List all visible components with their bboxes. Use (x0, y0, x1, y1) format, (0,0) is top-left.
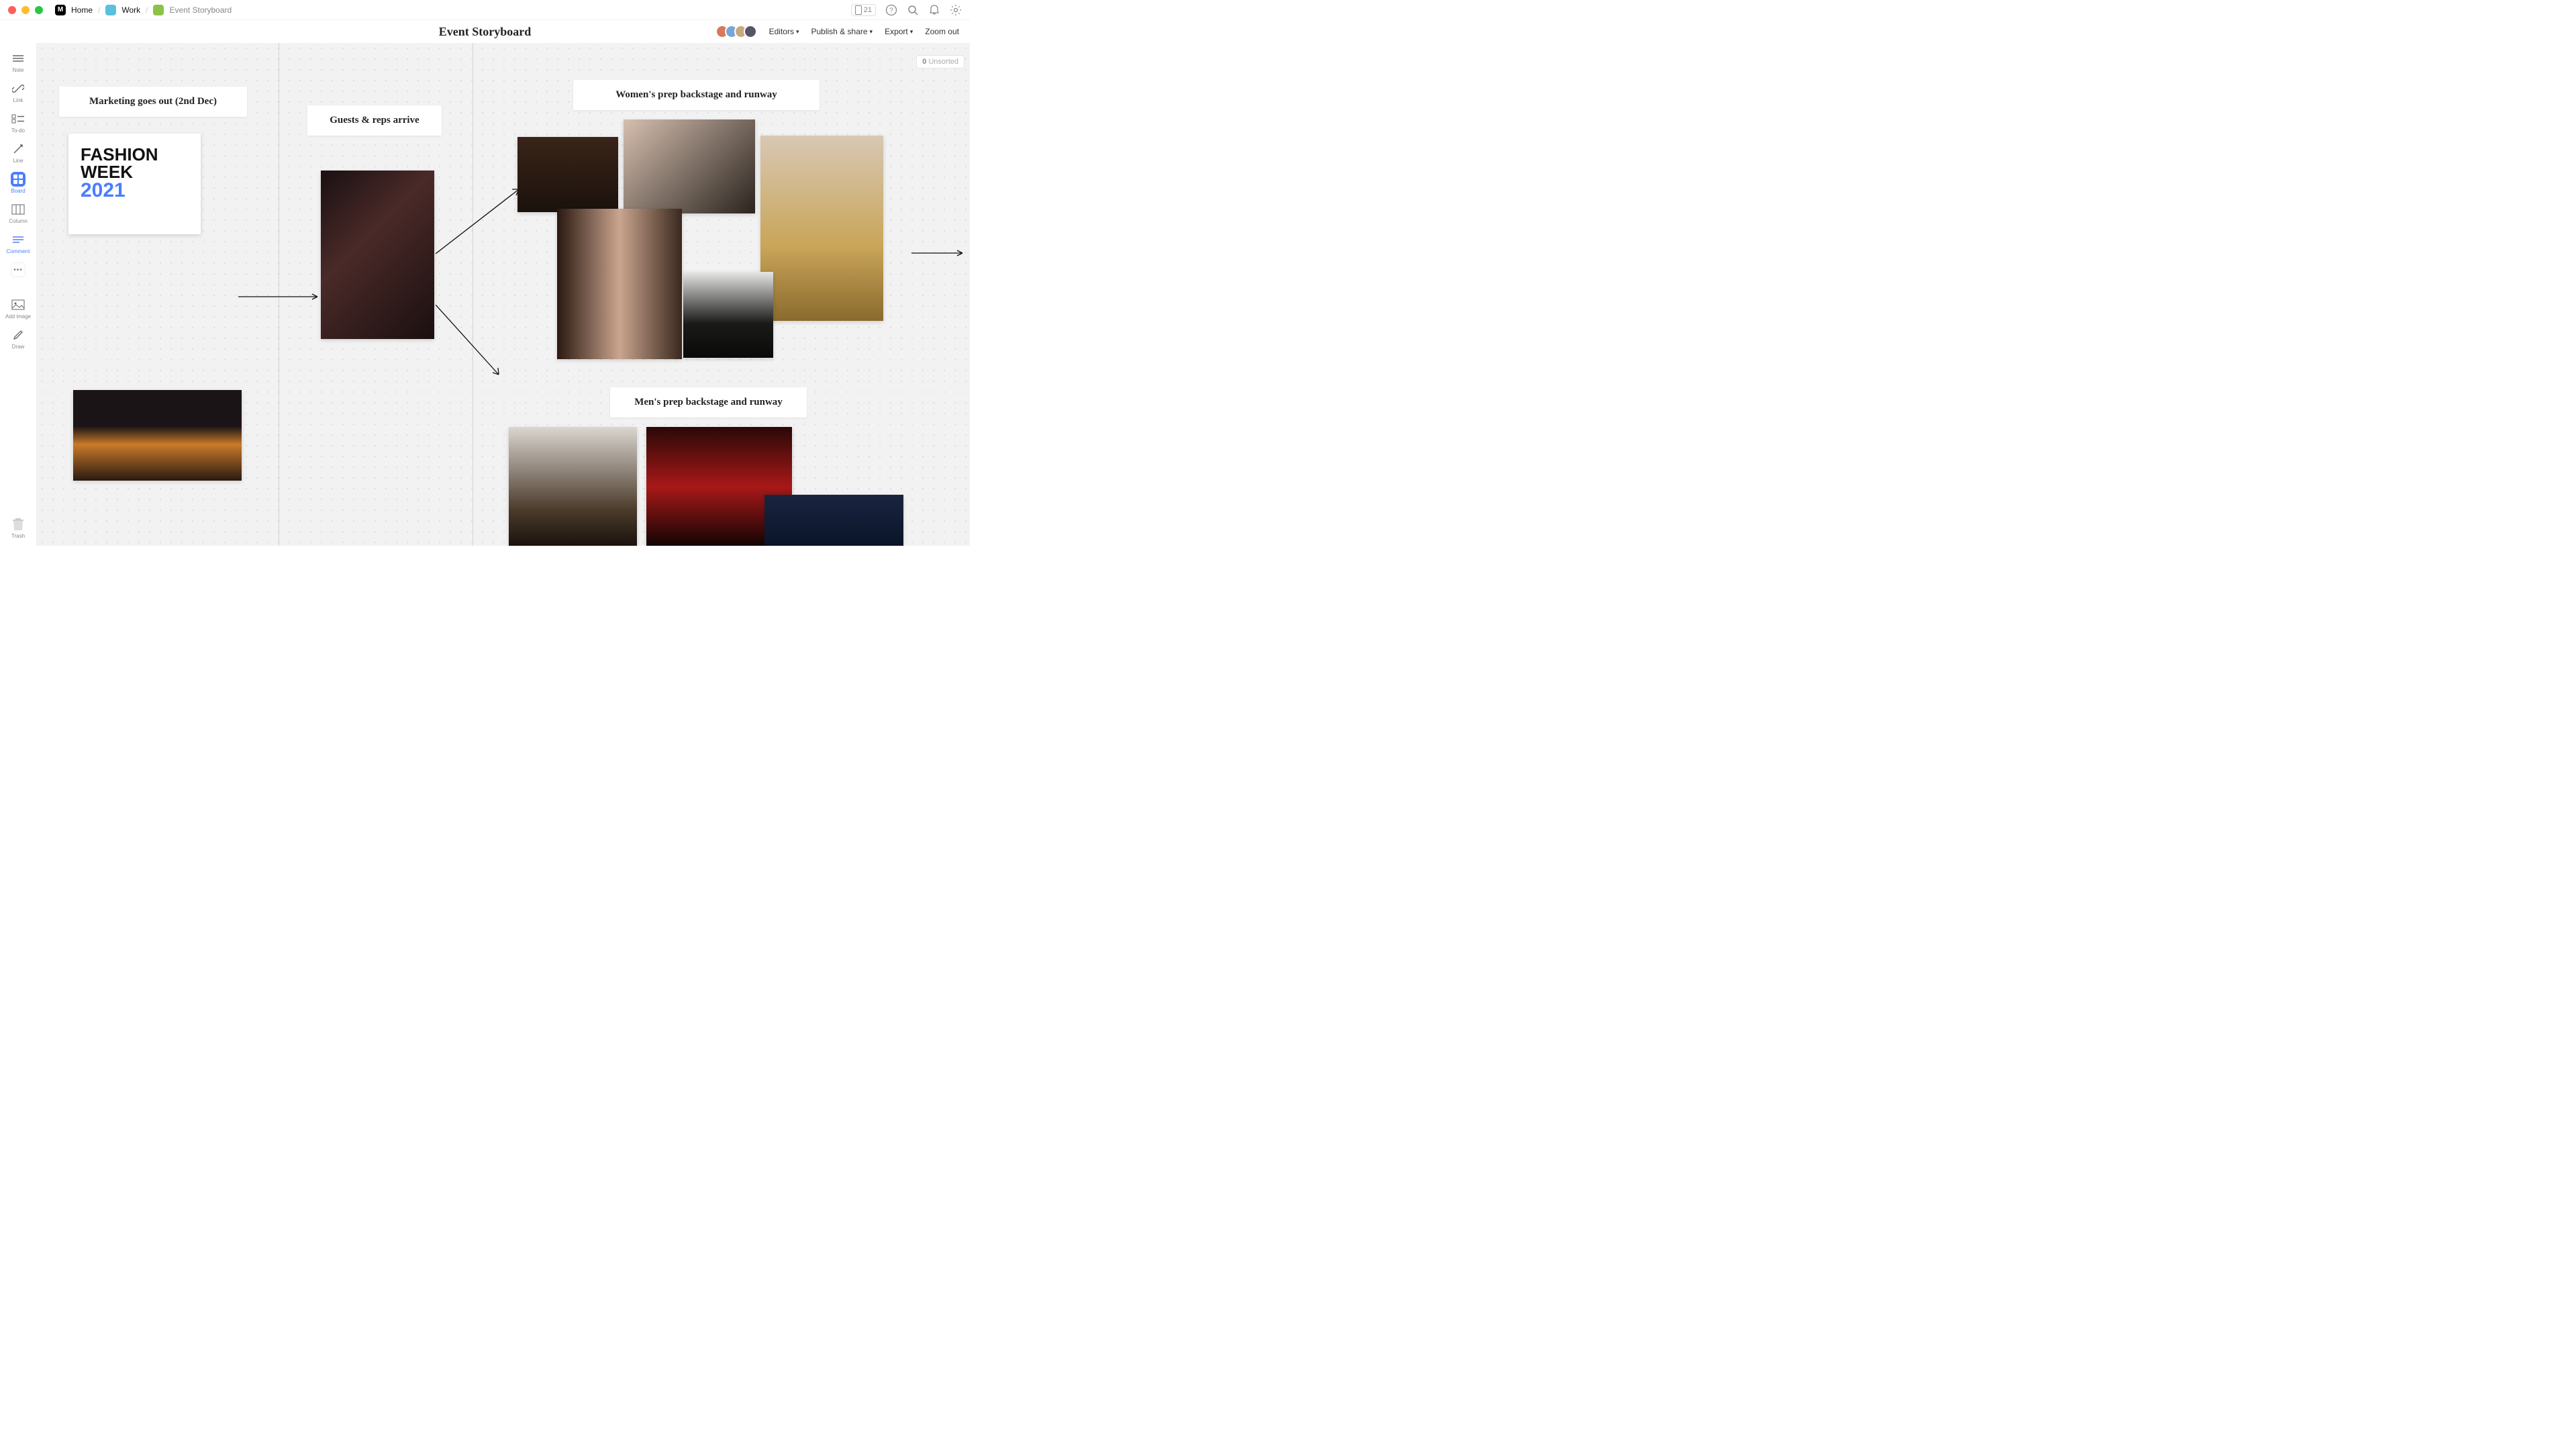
arrow-connector (436, 305, 503, 379)
avatar[interactable] (744, 25, 757, 38)
image-icon (11, 297, 26, 312)
publish-share-menu[interactable]: Publish & share▾ (811, 27, 873, 36)
breadcrumb-home[interactable]: Home (71, 5, 93, 15)
fw-line1: FASHION (81, 146, 189, 163)
todo-icon (11, 111, 26, 126)
chevron-down-icon: ▾ (796, 28, 799, 36)
breadcrumb-current: Event Storyboard (169, 5, 232, 15)
tool-label: Board (11, 188, 25, 194)
image-cosmetics[interactable] (624, 119, 755, 213)
pencil-icon (11, 328, 26, 342)
phone-icon (855, 5, 862, 15)
fullscreen-window-button[interactable] (35, 6, 43, 14)
tool-link[interactable]: Link (5, 79, 32, 106)
document-icon (153, 5, 164, 15)
tool-comment[interactable]: Comment (5, 230, 32, 257)
tool-board[interactable]: Board (5, 169, 32, 197)
workspace-icon (105, 5, 116, 15)
board-canvas[interactable]: 0Unsorted Marketing goes out (2nd Dec) F… (37, 43, 970, 546)
column-icon (11, 202, 26, 217)
tool-todo[interactable]: To-do (5, 109, 32, 136)
mobile-sync-indicator[interactable]: 21 (851, 4, 876, 16)
image-runway-yellow[interactable] (760, 136, 883, 321)
image-fashion-week-2021[interactable]: FASHION WEEK 2021 (68, 134, 201, 234)
card-marketing[interactable]: Marketing goes out (2nd Dec) (59, 87, 247, 117)
app-logo-icon[interactable]: M (55, 5, 66, 15)
trash-button[interactable]: Trash (5, 517, 32, 539)
titlebar-right: 21 ? (851, 4, 962, 16)
note-icon (11, 51, 26, 66)
board-icon (11, 172, 26, 187)
svg-text:?: ? (889, 7, 893, 14)
tool-label: Line (13, 158, 23, 164)
settings-icon[interactable] (950, 4, 962, 16)
tool-column[interactable]: Column (5, 199, 32, 227)
tool-note[interactable]: Note (5, 48, 32, 76)
notifications-icon[interactable] (928, 4, 940, 16)
mobile-count-value: 21 (864, 6, 872, 14)
tool-label: Column (9, 218, 28, 224)
trash-label: Trash (11, 533, 25, 539)
image-makeup-closeup[interactable] (557, 209, 682, 359)
image-runway-striped[interactable] (683, 272, 773, 358)
tool-label: To-do (11, 128, 25, 134)
unsorted-badge[interactable]: 0Unsorted (916, 55, 964, 68)
trash-icon (11, 517, 25, 532)
image-phone-dark[interactable] (764, 495, 903, 546)
arrow-connector (436, 187, 523, 256)
image-backstage-mirror[interactable] (517, 137, 618, 212)
search-icon[interactable] (907, 4, 919, 16)
fw-year: 2021 (81, 181, 189, 201)
tool-add-image[interactable]: Add image (5, 295, 32, 322)
page-title[interactable]: Event Storyboard (439, 25, 532, 39)
card-guests[interactable]: Guests & reps arrive (307, 105, 442, 136)
fw-line2: WEEK (81, 163, 189, 181)
more-icon: ••• (11, 262, 26, 277)
line-icon (11, 142, 26, 156)
unsorted-label: Unsorted (928, 58, 958, 66)
editors-menu[interactable]: Editors▾ (769, 27, 799, 36)
comment-icon (11, 232, 26, 247)
tool-more[interactable]: ••• (5, 260, 32, 280)
breadcrumb: M Home / Work / Event Storyboard (55, 5, 232, 15)
tool-label: Add image (5, 313, 31, 320)
breadcrumb-separator: / (98, 5, 100, 15)
minimize-window-button[interactable] (21, 6, 30, 14)
document-header-actions: Editors▾ Publish & share▾ Export▾ Zoom o… (715, 25, 959, 38)
zoom-out-button[interactable]: Zoom out (925, 27, 959, 36)
arrow-connector (911, 250, 967, 256)
link-icon (11, 81, 26, 96)
tool-label: Link (13, 97, 23, 103)
document-header: Event Storyboard Editors▾ Publish & shar… (0, 20, 970, 43)
image-mens-hats[interactable] (509, 427, 637, 546)
export-menu[interactable]: Export▾ (885, 27, 913, 36)
tool-line[interactable]: Line (5, 139, 32, 166)
image-building[interactable] (73, 390, 242, 481)
tool-label: Comment (7, 248, 30, 254)
collaborator-avatars[interactable] (715, 25, 757, 38)
titlebar: M Home / Work / Event Storyboard 21 ? (0, 0, 970, 20)
tool-draw[interactable]: Draw (5, 325, 32, 352)
unsorted-count: 0 (922, 58, 926, 66)
window-controls (8, 6, 43, 14)
breadcrumb-work[interactable]: Work (121, 5, 140, 15)
arrow-connector (238, 293, 322, 300)
help-icon[interactable]: ? (885, 4, 897, 16)
card-men-prep[interactable]: Men's prep backstage and runway (610, 387, 807, 418)
tool-sidebar: Note Link To-do Line Board Column Commen… (0, 43, 37, 546)
chevron-down-icon: ▾ (870, 28, 873, 36)
tool-label: Draw (12, 344, 25, 350)
breadcrumb-separator: / (146, 5, 148, 15)
close-window-button[interactable] (8, 6, 16, 14)
chevron-down-icon: ▾ (910, 28, 913, 36)
tool-label: Note (13, 67, 24, 73)
card-women-prep[interactable]: Women's prep backstage and runway (573, 80, 820, 110)
image-guests[interactable] (321, 171, 434, 339)
